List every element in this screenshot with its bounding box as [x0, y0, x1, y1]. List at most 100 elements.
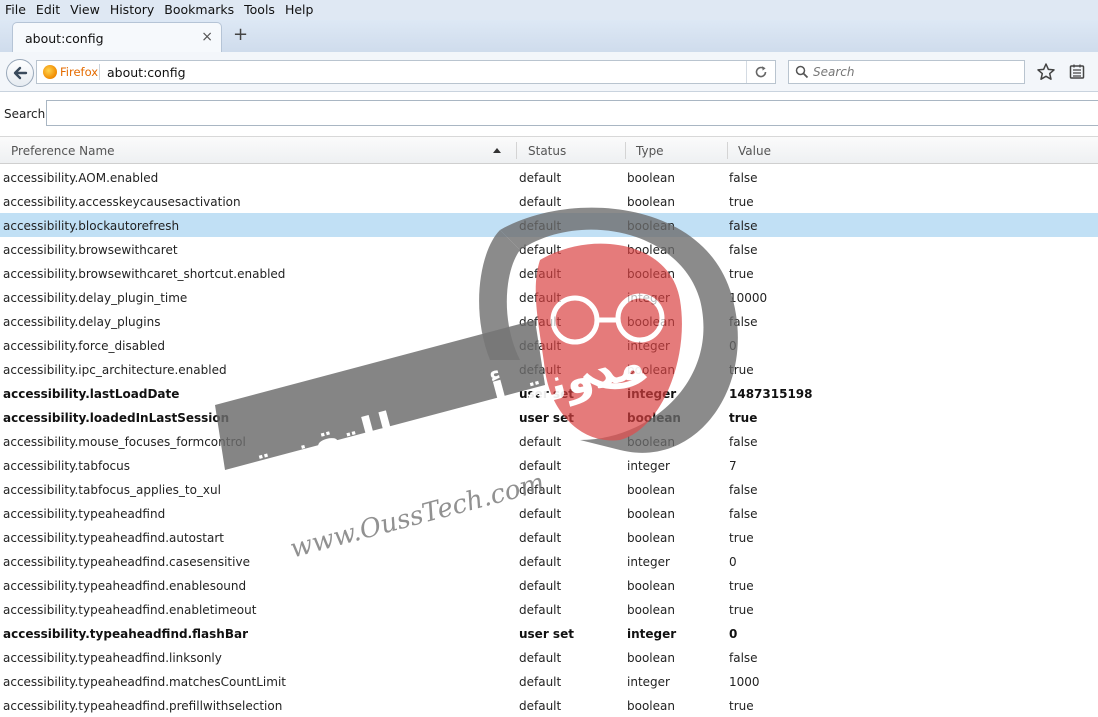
table-row[interactable]: accessibility.tabfocus default integer 7: [0, 453, 1098, 477]
status-cell: default: [519, 291, 562, 305]
url-text[interactable]: about:config: [107, 65, 186, 80]
value-cell: true: [729, 603, 754, 617]
status-cell: default: [519, 603, 562, 617]
value-cell: false: [729, 483, 758, 497]
pref-name-cell: accessibility.blockautorefresh: [3, 219, 180, 233]
value-cell: false: [729, 651, 758, 665]
status-cell: default: [519, 195, 562, 209]
table-row[interactable]: accessibility.loadedInLastSession user se…: [0, 405, 1098, 429]
pref-name-cell: accessibility.mouse_focuses_formcontrol: [3, 435, 246, 449]
menu-bookmarks[interactable]: Bookmarks: [159, 0, 239, 20]
value-cell: 0: [729, 627, 738, 641]
status-cell: default: [519, 267, 562, 281]
value-cell: 0: [729, 339, 737, 353]
status-cell: user set: [519, 627, 574, 641]
column-divider[interactable]: [727, 142, 728, 159]
table-row[interactable]: accessibility.delay_plugin_time default in…: [0, 285, 1098, 309]
url-bar[interactable]: Firefox about:config: [36, 60, 776, 84]
status-cell: user set: [519, 411, 574, 425]
status-cell: default: [519, 675, 562, 689]
pref-name-cell: accessibility.force_disabled: [3, 339, 166, 353]
table-row[interactable]: accessibility.typeaheadfind.prefillwiths…: [0, 693, 1098, 717]
value-cell: false: [729, 507, 758, 521]
table-row[interactable]: accessibility.typeaheadfind.enabletimeou…: [0, 597, 1098, 621]
pref-name-cell: accessibility.AOM.enabled: [3, 171, 159, 185]
menu-view[interactable]: View: [65, 0, 105, 20]
bookmark-star-icon[interactable]: [1036, 62, 1056, 82]
table-row[interactable]: accessibility.typeaheadfind.autostart def…: [0, 525, 1098, 549]
close-icon[interactable]: ×: [201, 29, 213, 45]
url-separator: [99, 64, 100, 80]
type-cell: integer: [627, 291, 670, 305]
table-row[interactable]: accessibility.delay_plugins default boolea…: [0, 309, 1098, 333]
table-row[interactable]: accessibility.mouse_focuses_formcontrol d…: [0, 429, 1098, 453]
table-row[interactable]: accessibility.typeaheadfind.enablesound d…: [0, 573, 1098, 597]
status-cell: default: [519, 579, 562, 593]
value-cell: false: [729, 243, 758, 257]
pref-name-cell: accessibility.lastLoadDate: [3, 387, 180, 401]
status-cell: default: [519, 315, 562, 329]
table-row[interactable]: accessibility.lastLoadDate user set intege…: [0, 381, 1098, 405]
pref-name-cell: accessibility.typeaheadfind.prefillwiths…: [3, 699, 283, 713]
type-cell: boolean: [627, 195, 675, 209]
table-row[interactable]: accessibility.typeaheadfind.linksonly def…: [0, 645, 1098, 669]
type-cell: boolean: [627, 411, 681, 425]
identity-label[interactable]: Firefox: [60, 65, 98, 79]
type-cell: boolean: [627, 651, 675, 665]
navigation-bar: Firefox about:config Search: [0, 52, 1098, 92]
reload-button[interactable]: [746, 61, 775, 83]
new-tab-button[interactable]: +: [233, 25, 248, 45]
search-input[interactable]: Search: [788, 60, 1025, 84]
menu-history[interactable]: History: [105, 0, 159, 20]
pref-name-cell: accessibility.typeaheadfind.enablesound: [3, 579, 247, 593]
value-cell: 1487315198: [729, 387, 813, 401]
menu-help[interactable]: Help: [280, 0, 319, 20]
type-cell: boolean: [627, 507, 675, 521]
type-cell: integer: [627, 627, 677, 641]
column-header-preference-name[interactable]: Preference Name: [11, 144, 115, 158]
value-cell: false: [729, 171, 758, 185]
back-arrow-icon: [13, 66, 28, 80]
pref-name-cell: accessibility.typeaheadfind.matchesCount…: [3, 675, 286, 689]
back-button[interactable]: [6, 59, 34, 87]
table-row[interactable]: accessibility.tabfocus_applies_to_xul def…: [0, 477, 1098, 501]
tab-about-config[interactable]: about:config ×: [12, 22, 222, 52]
column-divider[interactable]: [625, 142, 626, 159]
table-row[interactable]: accessibility.typeaheadfind default boolea…: [0, 501, 1098, 525]
table-row[interactable]: accessibility.typeaheadfind.matchesCount…: [0, 669, 1098, 693]
column-divider[interactable]: [516, 142, 517, 159]
table-row[interactable]: accessibility.force_disabled default integ…: [0, 333, 1098, 357]
pref-name-cell: accessibility.tabfocus_applies_to_xul: [3, 483, 221, 497]
table-header: Preference Name Status Type Value: [0, 136, 1098, 164]
pref-name-cell: accessibility.accesskeycausesactivation: [3, 195, 241, 209]
table-row[interactable]: accessibility.accesskeycausesactivation d…: [0, 189, 1098, 213]
table-row[interactable]: accessibility.ipc_architecture.enabled de…: [0, 357, 1098, 381]
column-header-value[interactable]: Value: [738, 144, 771, 158]
value-cell: 1000: [729, 675, 760, 689]
menu-file[interactable]: File: [0, 0, 31, 20]
type-cell: boolean: [627, 603, 675, 617]
type-cell: boolean: [627, 579, 675, 593]
table-row[interactable]: accessibility.browsewithcaret default bool…: [0, 237, 1098, 261]
config-search-field[interactable]: [46, 100, 1098, 126]
value-cell: true: [729, 267, 754, 281]
table-row[interactable]: accessibility.typeaheadfind.casesensitiv…: [0, 549, 1098, 573]
value-cell: true: [729, 363, 754, 377]
config-search-bar: Search:: [0, 98, 1098, 128]
column-header-status[interactable]: Status: [528, 144, 566, 158]
status-cell: user set: [519, 387, 574, 401]
table-row[interactable]: accessibility.AOM.enabled default boolean f…: [0, 165, 1098, 189]
status-cell: default: [519, 363, 562, 377]
table-row[interactable]: accessibility.blockautorefresh default boo…: [0, 213, 1098, 237]
status-cell: default: [519, 555, 562, 569]
status-cell: default: [519, 339, 562, 353]
column-header-type[interactable]: Type: [636, 144, 664, 158]
menu-tools[interactable]: Tools: [239, 0, 280, 20]
table-row[interactable]: accessibility.typeaheadfind.flashBar user…: [0, 621, 1098, 645]
status-cell: default: [519, 243, 562, 257]
menu-edit[interactable]: Edit: [31, 0, 65, 20]
config-search-label: Search:: [4, 107, 50, 121]
pref-name-cell: accessibility.typeaheadfind.linksonly: [3, 651, 222, 665]
table-row[interactable]: accessibility.browsewithcaret_shortcut.e…: [0, 261, 1098, 285]
bookmarks-menu-icon[interactable]: [1068, 63, 1086, 81]
